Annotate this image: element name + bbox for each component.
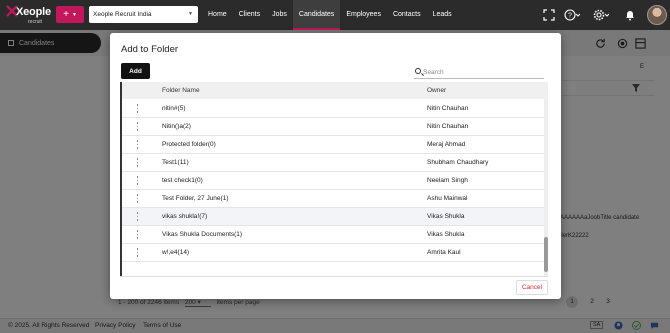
table-row[interactable]: vikas shukla!(7) Vikas Shukla	[122, 208, 548, 226]
row-menu-kebab-icon[interactable]	[136, 104, 139, 113]
nav-candidates[interactable]: Candidates	[292, 0, 341, 30]
avatar[interactable]	[647, 5, 667, 25]
table-row[interactable]: Protected folder(0) Meraj Ahmad	[122, 136, 548, 154]
folder-name-cell: test check1(0)	[162, 177, 203, 184]
row-menu-kebab-icon[interactable]	[136, 176, 139, 185]
main-nav: Home Clients Jobs Candidates Employees C…	[202, 0, 458, 30]
bell-icon[interactable]	[624, 9, 636, 21]
folder-table-body: nitin#(5) Nitin Chauhan Nitin()a(2) Nitin C…	[122, 99, 548, 276]
chevron-down-icon: ▼	[188, 11, 193, 17]
brand-name: Xeople	[16, 6, 51, 18]
dialog-title: Add to Folder	[121, 44, 179, 55]
folder-table-scrollbar[interactable]	[544, 99, 548, 276]
table-row[interactable]: w!,e4(14) Amrita Kaul	[122, 244, 548, 262]
row-menu-kebab-icon[interactable]	[136, 158, 139, 167]
folder-name-cell: w!,e4(14)	[162, 249, 190, 256]
folder-name-cell: Vikas Shukla Documents(1)	[162, 231, 243, 238]
folder-name-cell: Test Folder, 27 June(1)	[162, 195, 229, 202]
dialog-divider	[120, 276, 548, 277]
row-menu-kebab-icon[interactable]	[136, 212, 139, 221]
nav-home[interactable]: Home	[202, 0, 233, 30]
cancel-button[interactable]: Cancel	[516, 280, 548, 295]
row-menu-kebab-icon[interactable]	[136, 194, 139, 203]
owner-cell: Meraj Ahmad	[427, 141, 466, 148]
owner-cell: Nitin Chauhan	[427, 105, 469, 112]
row-menu-kebab-icon[interactable]	[136, 140, 139, 149]
nav-leads[interactable]: Leads	[427, 0, 458, 30]
folder-name-cell: Protected folder(0)	[162, 141, 216, 148]
column-header-owner[interactable]: Owner	[427, 87, 446, 94]
help-icon[interactable]: ?	[564, 9, 580, 21]
quick-add-button[interactable]: + ▼	[56, 6, 84, 23]
folder-name-cell: vikas shukla!(7)	[162, 213, 208, 220]
table-row[interactable]: Test1(11) Shubham Chaudhary	[122, 154, 548, 172]
nav-employees[interactable]: Employees	[340, 0, 387, 30]
settings-icon[interactable]	[593, 9, 609, 21]
row-menu-kebab-icon[interactable]	[136, 230, 139, 239]
owner-cell: Nitin Chauhan	[427, 123, 469, 130]
row-menu-kebab-icon[interactable]	[136, 248, 139, 257]
scrollbar-thumb[interactable]	[544, 237, 548, 272]
row-menu-kebab-icon[interactable]	[136, 122, 139, 131]
folder-table: Folder Name Owner nitin#(5) Nitin Chauhan…	[120, 82, 548, 276]
brand-subtitle: recruit	[28, 19, 42, 25]
owner-cell: Vikas Shukla	[427, 213, 465, 220]
folder-table-header: Folder Name Owner	[122, 82, 548, 99]
nav-clients[interactable]: Clients	[233, 0, 266, 30]
owner-cell: Amrita Kaul	[427, 249, 461, 256]
tenant-select-value: Xeople Recruit India	[93, 11, 152, 18]
table-row[interactable]: Vikas Shukla Documents(1) Vikas Shukla	[122, 226, 548, 244]
nav-jobs[interactable]: Jobs	[266, 0, 293, 30]
table-row[interactable]: nitin#(5) Nitin Chauhan	[122, 100, 548, 118]
chevron-down-icon: ▼	[71, 11, 77, 18]
svg-text:?: ?	[568, 13, 572, 20]
owner-cell: Neelam Singh	[427, 177, 468, 184]
owner-cell: Ashu Mainwal	[427, 195, 468, 202]
folder-name-cell: Nitin()a(2)	[162, 123, 191, 130]
top-navbar: Xeople recruit + ▼ Xeople Recruit India …	[0, 0, 670, 30]
search-icon	[415, 68, 421, 74]
folder-name-cell: nitin#(5)	[162, 105, 186, 112]
owner-cell: Vikas Shukla	[427, 231, 465, 238]
xeople-logo[interactable]: Xeople recruit	[6, 4, 52, 26]
column-header-folder-name[interactable]: Folder Name	[162, 87, 200, 94]
folder-search-input[interactable]	[423, 67, 541, 77]
expand-icon[interactable]	[543, 9, 555, 21]
tenant-select[interactable]: Xeople Recruit India ▼	[89, 6, 198, 23]
add-to-folder-dialog: Add to Folder Add Folder Name Owner niti…	[110, 33, 561, 299]
plus-icon: +	[63, 9, 69, 20]
folder-name-cell: Test1(11)	[162, 159, 189, 166]
table-row[interactable]: Nitin()a(2) Nitin Chauhan	[122, 118, 548, 136]
nav-contacts[interactable]: Contacts	[387, 0, 427, 30]
table-row[interactable]: Test Folder, 27 June(1) Ashu Mainwal	[122, 190, 548, 208]
add-button[interactable]: Add	[121, 63, 150, 79]
owner-cell: Shubham Chaudhary	[427, 159, 489, 166]
folder-search	[414, 67, 544, 79]
table-row[interactable]: test check1(0) Neelam Singh	[122, 172, 548, 190]
